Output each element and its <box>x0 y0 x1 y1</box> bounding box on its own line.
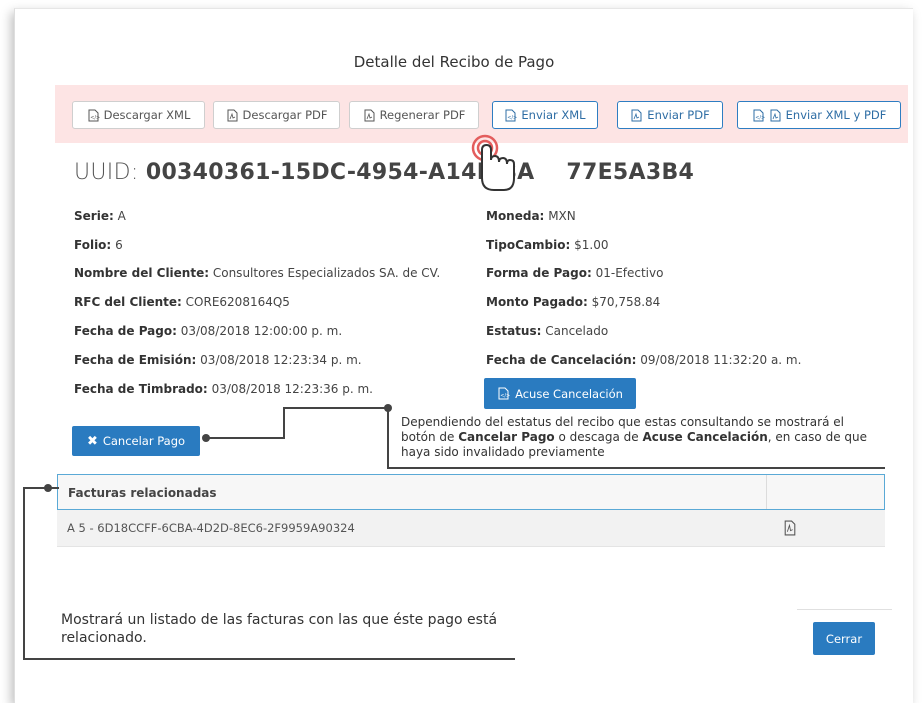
pdf-file-icon <box>631 109 642 121</box>
regenerate-pdf-button[interactable]: Regenerar PDF <box>349 101 479 129</box>
close-button[interactable]: Cerrar <box>813 622 875 655</box>
annotation-line <box>23 487 25 660</box>
detail-stamp-date: Fecha de Timbrado: 03/08/2018 12:23:36 p… <box>74 382 373 396</box>
modal-title: Detalle del Recibo de Pago <box>353 53 555 71</box>
detail-status: Estatus: Cancelado <box>486 324 609 338</box>
annotation-line <box>283 407 389 409</box>
svg-text:</>: </> <box>90 115 100 121</box>
annotation-line <box>24 487 48 489</box>
detail-payment-method: Forma de Pago: 01-Efectivo <box>486 266 664 280</box>
uuid-heading: UUID: 00340361-15DC-4954-A14E-8A 77E5A3B4 <box>74 160 694 185</box>
download-pdf-button[interactable]: Descargar PDF <box>213 101 340 129</box>
detail-serie: Serie: A <box>74 209 126 223</box>
svg-text:</>: </> <box>755 115 765 121</box>
pdf-file-icon[interactable] <box>783 520 797 536</box>
detail-client-name: Nombre del Cliente: Consultores Especial… <box>74 266 441 280</box>
close-button-label: Cerrar <box>825 631 863 646</box>
table-row: A 5 - 6D18CCFF-6CBA-4D2D-8EC6-2F9959A903… <box>57 510 885 547</box>
annotation-line <box>387 407 389 468</box>
regenerate-pdf-label: Regenerar PDF <box>379 108 466 122</box>
hand-pointer-icon <box>471 134 515 191</box>
xml-file-icon: </> <box>505 109 518 121</box>
related-invoices-table: Facturas relacionadas A 5 - 6D18CCFF-6CB… <box>57 474 885 547</box>
acuse-cancelacion-label: Acuse Cancelación <box>515 386 623 401</box>
annotation-line <box>283 407 285 439</box>
footer-divider <box>797 609 892 610</box>
svg-text:</>: </> <box>500 393 510 399</box>
detail-issue-date: Fecha de Emisión: 03/08/2018 12:23:34 p.… <box>74 353 362 367</box>
send-pdf-button[interactable]: Enviar PDF <box>617 101 723 129</box>
column-divider <box>766 475 767 509</box>
table-header: Facturas relacionadas <box>57 474 885 510</box>
pdf-file-icon <box>227 109 238 121</box>
xml-file-icon: </> <box>498 387 510 400</box>
download-pdf-label: Descargar PDF <box>242 108 328 122</box>
detail-client-rfc: RFC del Cliente: CORE6208164Q5 <box>74 295 290 309</box>
xml-file-icon: </> <box>88 109 100 121</box>
pdf-file-icon <box>364 109 375 121</box>
annotation-line <box>47 487 59 489</box>
svg-text:</>: </> <box>508 115 518 121</box>
cancel-payment-label: Cancelar Pago <box>102 434 186 448</box>
xml-file-icon: </> <box>753 109 765 121</box>
status-annotation: Dependiendo del estatus del recibo que e… <box>401 415 867 459</box>
detail-cancel-date: Fecha de Cancelación: 09/08/2018 11:32:2… <box>486 353 802 367</box>
download-xml-label: Descargar XML <box>103 108 191 122</box>
annotation-line <box>206 437 284 439</box>
detail-currency: Moneda: MXN <box>486 209 576 223</box>
send-xml-label: Enviar XML <box>521 108 586 122</box>
table-header-label: Facturas relacionadas <box>68 486 217 500</box>
detail-amount-paid: Monto Pagado: $70,758.84 <box>486 295 661 309</box>
annotation-line <box>387 467 885 469</box>
detail-folio: Folio: 6 <box>74 238 123 252</box>
pdf-file-icon <box>770 109 781 121</box>
download-xml-button[interactable]: </> Descargar XML <box>72 101 205 129</box>
list-annotation: Mostrará un listado de las facturas con … <box>61 612 498 646</box>
acuse-cancelacion-button[interactable]: </> Acuse Cancelación <box>484 378 636 409</box>
uuid-value-tail: 77E5A3B4 <box>566 160 695 185</box>
send-pdf-label: Enviar PDF <box>647 108 710 122</box>
detail-exchange-rate: TipoCambio: $1.00 <box>486 238 609 252</box>
annotation-line <box>23 658 515 660</box>
cancel-payment-button[interactable]: ✖ Cancelar Pago <box>72 426 200 456</box>
send-xml-pdf-button[interactable]: </> Enviar XML y PDF <box>737 101 901 129</box>
invoice-label: A 5 - 6D18CCFF-6CBA-4D2D-8EC6-2F9959A903… <box>67 521 355 535</box>
uuid-label: UUID: <box>74 160 139 185</box>
detail-payment-date: Fecha de Pago: 03/08/2018 12:00:00 p. m. <box>74 324 343 338</box>
close-icon: ✖ <box>86 433 98 449</box>
send-xml-button[interactable]: </> Enviar XML <box>492 101 598 129</box>
send-xml-pdf-label: Enviar XML y PDF <box>785 108 887 122</box>
